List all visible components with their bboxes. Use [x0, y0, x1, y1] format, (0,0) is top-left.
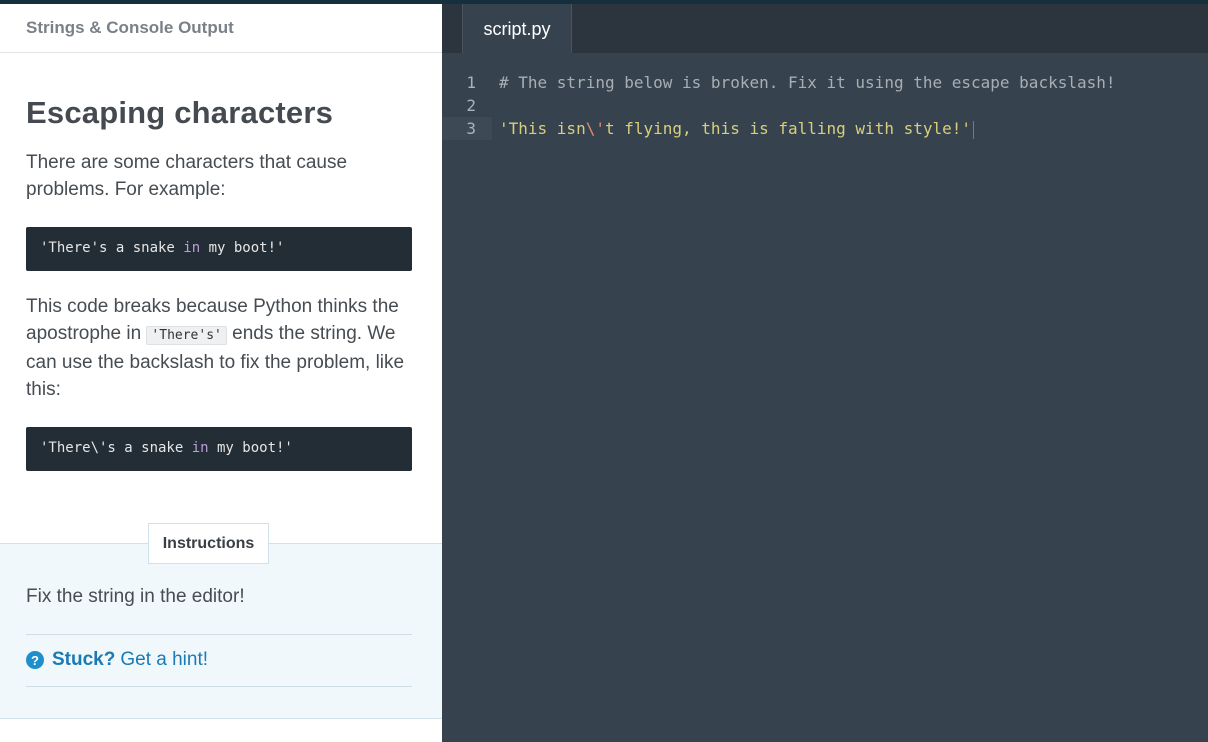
line-number: 1: [466, 73, 476, 92]
escape-sequence: \': [585, 119, 605, 138]
inline-code-theres: 'There's': [146, 326, 227, 345]
string-part1: 'This isn: [499, 119, 586, 138]
lesson-panel: Strings & Console Output Escaping charac…: [0, 4, 442, 742]
instructions-tab: Instructions: [148, 523, 269, 564]
code-example-fixed-part2: my boot!': [208, 440, 293, 456]
text-cursor: [973, 120, 975, 139]
instructions-text: Fix the string in the editor!: [26, 586, 245, 607]
hint-row[interactable]: ? Stuck? Get a hint!: [26, 649, 208, 671]
line-number: 2: [466, 96, 476, 115]
code-example-broken-part1: 'There's a snake: [40, 240, 184, 256]
help-circle-icon: ?: [26, 651, 44, 669]
string-part2: t flying, this is falling with style!': [604, 119, 972, 138]
code-example-broken-keyword: in: [183, 240, 201, 256]
tab-script-py[interactable]: script.py: [462, 4, 572, 53]
editor-line-2[interactable]: 2: [442, 94, 1208, 117]
code-example-fixed-keyword: in: [191, 440, 209, 456]
lesson-explanation: This code breaks because Python thinks t…: [26, 293, 412, 403]
course-section-title: Strings & Console Output: [26, 18, 234, 37]
editor-line-1[interactable]: 1 # The string below is broken. Fix it u…: [442, 71, 1208, 94]
editor-tab-bar: script.py: [442, 4, 1208, 53]
hint-divider-bottom: [26, 686, 412, 687]
lesson-title: Escaping characters: [26, 95, 334, 130]
editor-line-3[interactable]: 3 'This isn\'t flying, this is falling w…: [442, 117, 1208, 140]
code-example-broken-part2: my boot!': [200, 240, 285, 256]
lesson-content: Escaping characters There are some chara…: [0, 95, 442, 471]
instructions-section: [0, 543, 442, 719]
get-hint-link[interactable]: Get a hint!: [120, 649, 208, 671]
hint-divider-top: [26, 634, 412, 635]
string-code: 'This isn\'t flying, this is falling wit…: [499, 117, 975, 140]
lesson-panel-header: Strings & Console Output: [0, 4, 442, 53]
comment-text: # The string below is broken. Fix it usi…: [499, 73, 1116, 92]
stuck-label: Stuck?: [52, 649, 116, 670]
code-example-fixed-part1: 'There\'s a snake: [40, 440, 192, 456]
code-example-broken: 'There's a snake in my boot!': [26, 227, 412, 271]
editor-panel: script.py 1 # The string below is broken…: [442, 4, 1208, 742]
line-number-active: 3: [442, 117, 492, 140]
lesson-intro: There are some characters that cause pro…: [26, 152, 348, 200]
code-example-fixed: 'There\'s a snake in my boot!': [26, 427, 412, 471]
